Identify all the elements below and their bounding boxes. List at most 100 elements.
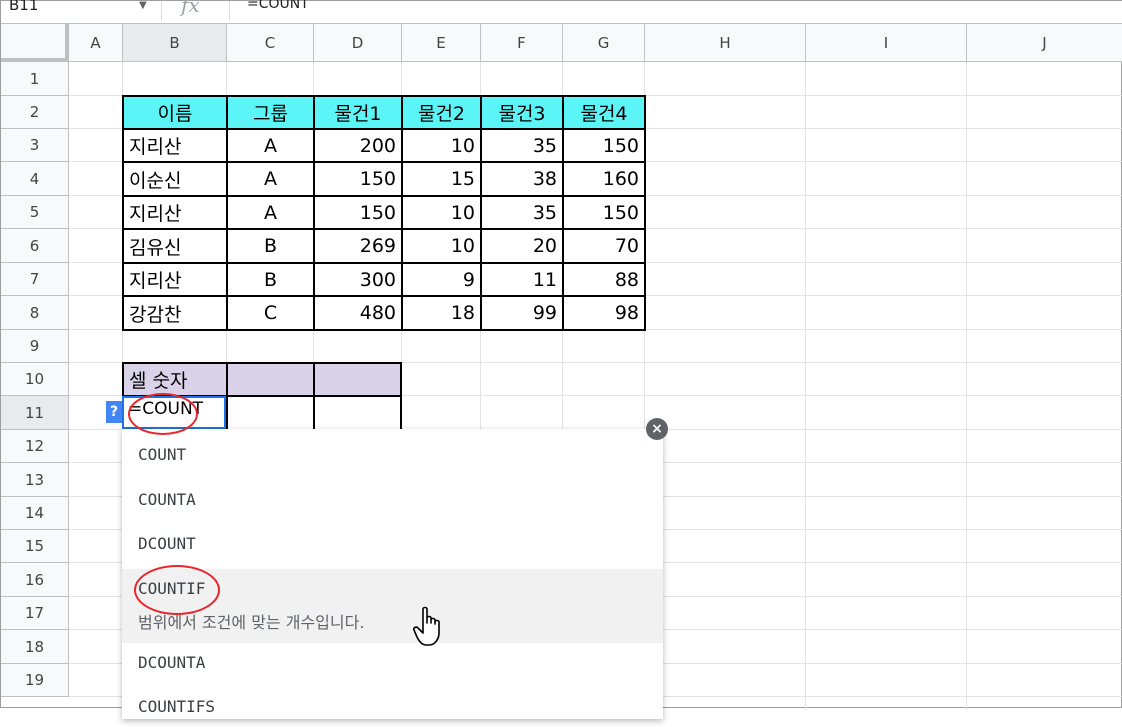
table-cell[interactable]: 150 xyxy=(314,196,402,229)
table-cell[interactable]: 20 xyxy=(481,229,563,263)
table-cell[interactable]: 10 xyxy=(402,229,481,263)
row-header-18[interactable]: 18 xyxy=(1,630,69,664)
select-all-corner[interactable] xyxy=(1,24,69,62)
table-border xyxy=(226,362,228,429)
table-border xyxy=(226,95,228,331)
table-cell[interactable]: 150 xyxy=(314,162,402,196)
table-cell[interactable]: 김유신 xyxy=(123,229,227,263)
table-cell[interactable]: 10 xyxy=(402,196,481,229)
suggestion-countifs[interactable]: COUNTIFS xyxy=(122,687,663,719)
table-cell[interactable]: 10 xyxy=(402,129,481,162)
row-header-2[interactable]: 2 xyxy=(1,96,69,129)
table-cell[interactable]: 88 xyxy=(563,263,645,296)
table-cell[interactable]: 150 xyxy=(563,129,645,162)
column-header-h[interactable]: H xyxy=(645,24,806,62)
row-header-13[interactable]: 13 xyxy=(1,463,69,497)
table-cell[interactable]: 38 xyxy=(481,162,563,196)
table-cell[interactable]: 지리산 xyxy=(123,263,227,296)
row-header-14[interactable]: 14 xyxy=(1,497,69,530)
row-header-7[interactable]: 7 xyxy=(1,263,69,296)
column-header-i[interactable]: I xyxy=(806,24,967,62)
table-cell[interactable]: 98 xyxy=(563,296,645,330)
table-border xyxy=(480,95,482,331)
annotation-circle xyxy=(128,393,198,435)
table-cell[interactable]: 15 xyxy=(402,162,481,196)
row-header-19[interactable]: 19 xyxy=(1,664,69,697)
column-header-g[interactable]: G xyxy=(563,24,645,62)
row-header-10[interactable]: 10 xyxy=(1,363,69,396)
table-border xyxy=(401,95,403,331)
table-border xyxy=(122,362,402,364)
table-header-name[interactable]: 이름 xyxy=(123,96,227,129)
table-cell[interactable]: 160 xyxy=(563,162,645,196)
table-cell[interactable]: C xyxy=(227,296,314,330)
row-header-9[interactable]: 9 xyxy=(1,330,69,363)
table-border xyxy=(122,95,124,331)
column-header-e[interactable]: E xyxy=(402,24,481,62)
table-border xyxy=(313,95,315,331)
suggestion-dcount[interactable]: DCOUNT xyxy=(122,518,663,563)
suggestion-count[interactable]: COUNT xyxy=(122,429,663,474)
row-header-12[interactable]: 12 xyxy=(1,430,69,463)
table-cell[interactable]: A xyxy=(227,129,314,162)
table-cell[interactable]: 9 xyxy=(402,263,481,296)
row-header-6[interactable]: 6 xyxy=(1,229,69,263)
table-cell[interactable]: 269 xyxy=(314,229,402,263)
row-header-16[interactable]: 16 xyxy=(1,563,69,597)
suggestion-dcounta[interactable]: DCOUNTA xyxy=(122,643,663,687)
table-cell[interactable]: 200 xyxy=(314,129,402,162)
table-cell[interactable]: 150 xyxy=(563,196,645,229)
column-header-b[interactable]: B xyxy=(123,24,227,62)
annotation-circle xyxy=(134,565,220,615)
table-cell[interactable]: 300 xyxy=(314,263,402,296)
column-header-a[interactable]: A xyxy=(69,24,123,62)
column-header-j[interactable]: J xyxy=(967,24,1122,62)
count-label-cell[interactable]: 셀 숫자 xyxy=(123,363,227,396)
table-cell[interactable]: 강감찬 xyxy=(123,296,227,330)
formula-help-badge[interactable]: ? xyxy=(106,401,122,423)
count-label-cell-c[interactable] xyxy=(227,363,314,396)
column-header-f[interactable]: F xyxy=(481,24,563,62)
table-header-item4[interactable]: 물건4 xyxy=(563,96,645,129)
row-header-11[interactable]: 11 xyxy=(1,396,69,430)
row-header-4[interactable]: 4 xyxy=(1,162,69,196)
table-header-group[interactable]: 그룹 xyxy=(227,96,314,129)
table-header-item2[interactable]: 물건2 xyxy=(402,96,481,129)
table-cell[interactable]: B xyxy=(227,229,314,263)
table-cell[interactable]: 18 xyxy=(402,296,481,330)
table-cell[interactable]: 지리산 xyxy=(123,196,227,229)
table-header-item3[interactable]: 물건3 xyxy=(481,96,563,129)
row-header-15[interactable]: 15 xyxy=(1,530,69,563)
table-cell[interactable]: A xyxy=(227,162,314,196)
row-header-5[interactable]: 5 xyxy=(1,196,69,229)
count-label-cell-d[interactable] xyxy=(314,363,402,396)
formula-bar: B11 ▼ fx =COUNT xyxy=(1,0,1122,24)
table-border xyxy=(122,329,645,331)
table-cell[interactable]: B xyxy=(227,263,314,296)
table-cell[interactable]: 11 xyxy=(481,263,563,296)
table-cell[interactable]: 지리산 xyxy=(123,129,227,162)
table-border xyxy=(644,95,646,331)
table-cell[interactable]: 35 xyxy=(481,129,563,162)
table-cell[interactable]: A xyxy=(227,196,314,229)
row-header-3[interactable]: 3 xyxy=(1,129,69,162)
formula-input[interactable]: =COUNT xyxy=(247,0,309,12)
name-box-dropdown-icon[interactable]: ▼ xyxy=(139,0,147,11)
table-cell[interactable]: 70 xyxy=(563,229,645,263)
table-header-item1[interactable]: 물건1 xyxy=(314,96,402,129)
table-border xyxy=(122,95,645,97)
table-cell[interactable]: 이순신 xyxy=(123,162,227,196)
column-header-d[interactable]: D xyxy=(314,24,402,62)
suggestion-counta[interactable]: COUNTA xyxy=(122,474,663,518)
table-cell[interactable]: 99 xyxy=(481,296,563,330)
formula-bar-divider xyxy=(229,1,230,21)
column-header-c[interactable]: C xyxy=(227,24,314,62)
close-icon[interactable]: × xyxy=(646,418,668,440)
row-header-8[interactable]: 8 xyxy=(1,296,69,330)
table-cell[interactable]: 480 xyxy=(314,296,402,330)
name-box[interactable]: B11 xyxy=(9,0,38,14)
table-border xyxy=(122,161,645,163)
row-header-1[interactable]: 1 xyxy=(1,62,69,96)
table-cell[interactable]: 35 xyxy=(481,196,563,229)
row-header-17[interactable]: 17 xyxy=(1,597,69,630)
